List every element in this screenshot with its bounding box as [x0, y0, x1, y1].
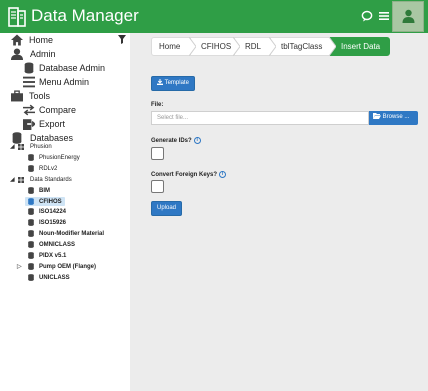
- sidebar-item-cfihos[interactable]: CFIHOS: [25, 197, 65, 206]
- sidebar-group-phusion[interactable]: ◢ Phusion: [10, 143, 52, 150]
- compare-icon: [23, 104, 35, 116]
- export-icon: [23, 119, 35, 130]
- pin-icon[interactable]: [118, 35, 126, 44]
- database-icon: [28, 165, 34, 172]
- grid-icon: [18, 176, 24, 183]
- generate-ids-checkbox[interactable]: [151, 147, 164, 160]
- home-icon: [11, 34, 23, 46]
- database-icon: [24, 62, 34, 74]
- sidebar-group-data-standards[interactable]: ◢ Data Standards: [10, 176, 72, 183]
- template-button-label: Template: [164, 80, 189, 86]
- browse-button[interactable]: Browse ...: [369, 111, 418, 125]
- user-avatar[interactable]: [392, 1, 424, 32]
- user-icon: [402, 9, 415, 23]
- chevron-right-icon: [269, 37, 276, 56]
- sidebar-item-admin[interactable]: Admin: [11, 48, 56, 60]
- sidebar-item-label: BIM: [39, 187, 50, 194]
- database-icon: [28, 263, 34, 270]
- sidebar-item-iso14224[interactable]: ISO14224: [28, 208, 66, 215]
- generate-ids-label: Generate IDs? i: [151, 137, 201, 144]
- chevron-right-icon: [189, 37, 196, 56]
- chat-icon[interactable]: [361, 10, 373, 22]
- generate-ids-label-text: Generate IDs?: [151, 138, 192, 145]
- expanded-triangle-icon[interactable]: ◢: [10, 143, 18, 150]
- sidebar-item-label: Menu Admin: [39, 77, 90, 87]
- sidebar-item-label: Home: [29, 35, 54, 45]
- list-icon: [23, 76, 35, 88]
- database-icon: [28, 274, 34, 281]
- sidebar: Home Admin Database Admin Menu Admin Too…: [0, 33, 130, 391]
- logo-icon: [8, 7, 26, 27]
- browse-button-label: Browse ...: [382, 114, 410, 120]
- sidebar-item-label: Tools: [29, 91, 51, 101]
- sidebar-item-phusionenergy[interactable]: PhusionEnergy: [28, 154, 80, 161]
- convert-keys-label-text: Convert Foreign Keys?: [151, 172, 218, 179]
- sidebar-item-label: Admin: [30, 49, 56, 59]
- sidebar-item-uniclass[interactable]: UNICLASS: [28, 274, 70, 281]
- sidebar-item-label: Compare: [39, 105, 77, 115]
- database-icon: [28, 154, 34, 161]
- sidebar-item-label: RDLv2: [39, 165, 58, 172]
- file-label: File:: [151, 102, 164, 108]
- folder-open-icon: [373, 113, 381, 120]
- sidebar-item-label: Pump OEM (Flange): [39, 263, 96, 270]
- sidebar-item-pump-oem[interactable]: ▷ Pump OEM (Flange): [17, 263, 96, 270]
- sidebar-item-label: ISO14224: [39, 208, 67, 215]
- collapsed-triangle-icon[interactable]: ▷: [17, 263, 28, 270]
- sidebar-item-export[interactable]: Export: [23, 118, 65, 130]
- chevron-right-icon: [329, 37, 336, 56]
- upload-button[interactable]: Upload: [151, 201, 182, 216]
- menu-icon[interactable]: [378, 10, 390, 22]
- sidebar-item-label: UNICLASS: [39, 274, 70, 281]
- breadcrumb-tbltagclass[interactable]: tblTagClass: [270, 37, 331, 56]
- admin-user-icon: [11, 48, 23, 60]
- grid-icon: [18, 143, 24, 150]
- database-icon: [28, 252, 34, 259]
- sidebar-item-home[interactable]: Home: [11, 34, 53, 46]
- file-input[interactable]: Select file...: [151, 111, 369, 125]
- sidebar-item-label: PhusionEnergy: [39, 154, 80, 161]
- convert-keys-checkbox[interactable]: [151, 180, 164, 193]
- database-icon: [28, 208, 34, 215]
- info-icon[interactable]: i: [219, 171, 227, 178]
- database-icon: [28, 187, 34, 194]
- sidebar-group-label: Data Standards: [30, 176, 72, 183]
- sidebar-item-noun-modifier[interactable]: Noun-Modifier Material: [28, 230, 104, 237]
- sidebar-item-tools[interactable]: Tools: [11, 90, 50, 102]
- sidebar-item-label: ISO15926: [39, 219, 67, 226]
- database-icon: [28, 241, 34, 248]
- convert-keys-label: Convert Foreign Keys? i: [151, 171, 227, 179]
- sidebar-item-compare[interactable]: Compare: [23, 104, 76, 116]
- app-header: Data Manager: [0, 0, 428, 33]
- info-icon[interactable]: i: [193, 137, 201, 144]
- sidebar-item-label: Databases: [30, 133, 74, 143]
- database-icon: [28, 219, 34, 226]
- download-icon: [157, 79, 164, 86]
- sidebar-group-label: Phusion: [30, 143, 52, 150]
- breadcrumb-home[interactable]: Home: [151, 37, 191, 56]
- sidebar-item-menu-admin[interactable]: Menu Admin: [23, 76, 89, 88]
- sidebar-item-label: Noun-Modifier Material: [39, 230, 105, 237]
- sidebar-item-database-admin[interactable]: Database Admin: [23, 62, 105, 74]
- sidebar-item-pidx[interactable]: PIDX v5.1: [28, 252, 66, 259]
- sidebar-item-label: Export: [39, 119, 66, 129]
- sidebar-item-rdlv2[interactable]: RDLv2: [28, 165, 57, 172]
- breadcrumb-insert-data: Insert Data: [330, 37, 390, 56]
- database-icon: [28, 230, 34, 237]
- sidebar-item-label: Database Admin: [39, 63, 106, 73]
- chevron-right-icon: [233, 37, 240, 56]
- database-icon: [28, 198, 34, 205]
- expanded-triangle-icon[interactable]: ◢: [10, 176, 18, 183]
- sidebar-item-label: CFIHOS: [39, 198, 62, 205]
- breadcrumb-cfihos[interactable]: CFIHOS: [190, 37, 235, 56]
- app-title: Data Manager: [31, 6, 139, 25]
- template-button[interactable]: Template: [151, 76, 195, 91]
- sidebar-item-iso15926[interactable]: ISO15926: [28, 219, 66, 226]
- sidebar-item-label: OMNICLASS: [39, 241, 75, 248]
- sidebar-item-omniclass[interactable]: OMNICLASS: [28, 241, 75, 248]
- briefcase-icon: [11, 90, 23, 102]
- sidebar-item-label: PIDX v5.1: [39, 252, 67, 259]
- sidebar-item-bim[interactable]: BIM: [28, 187, 50, 194]
- selected-highlight: CFIHOS: [25, 197, 65, 206]
